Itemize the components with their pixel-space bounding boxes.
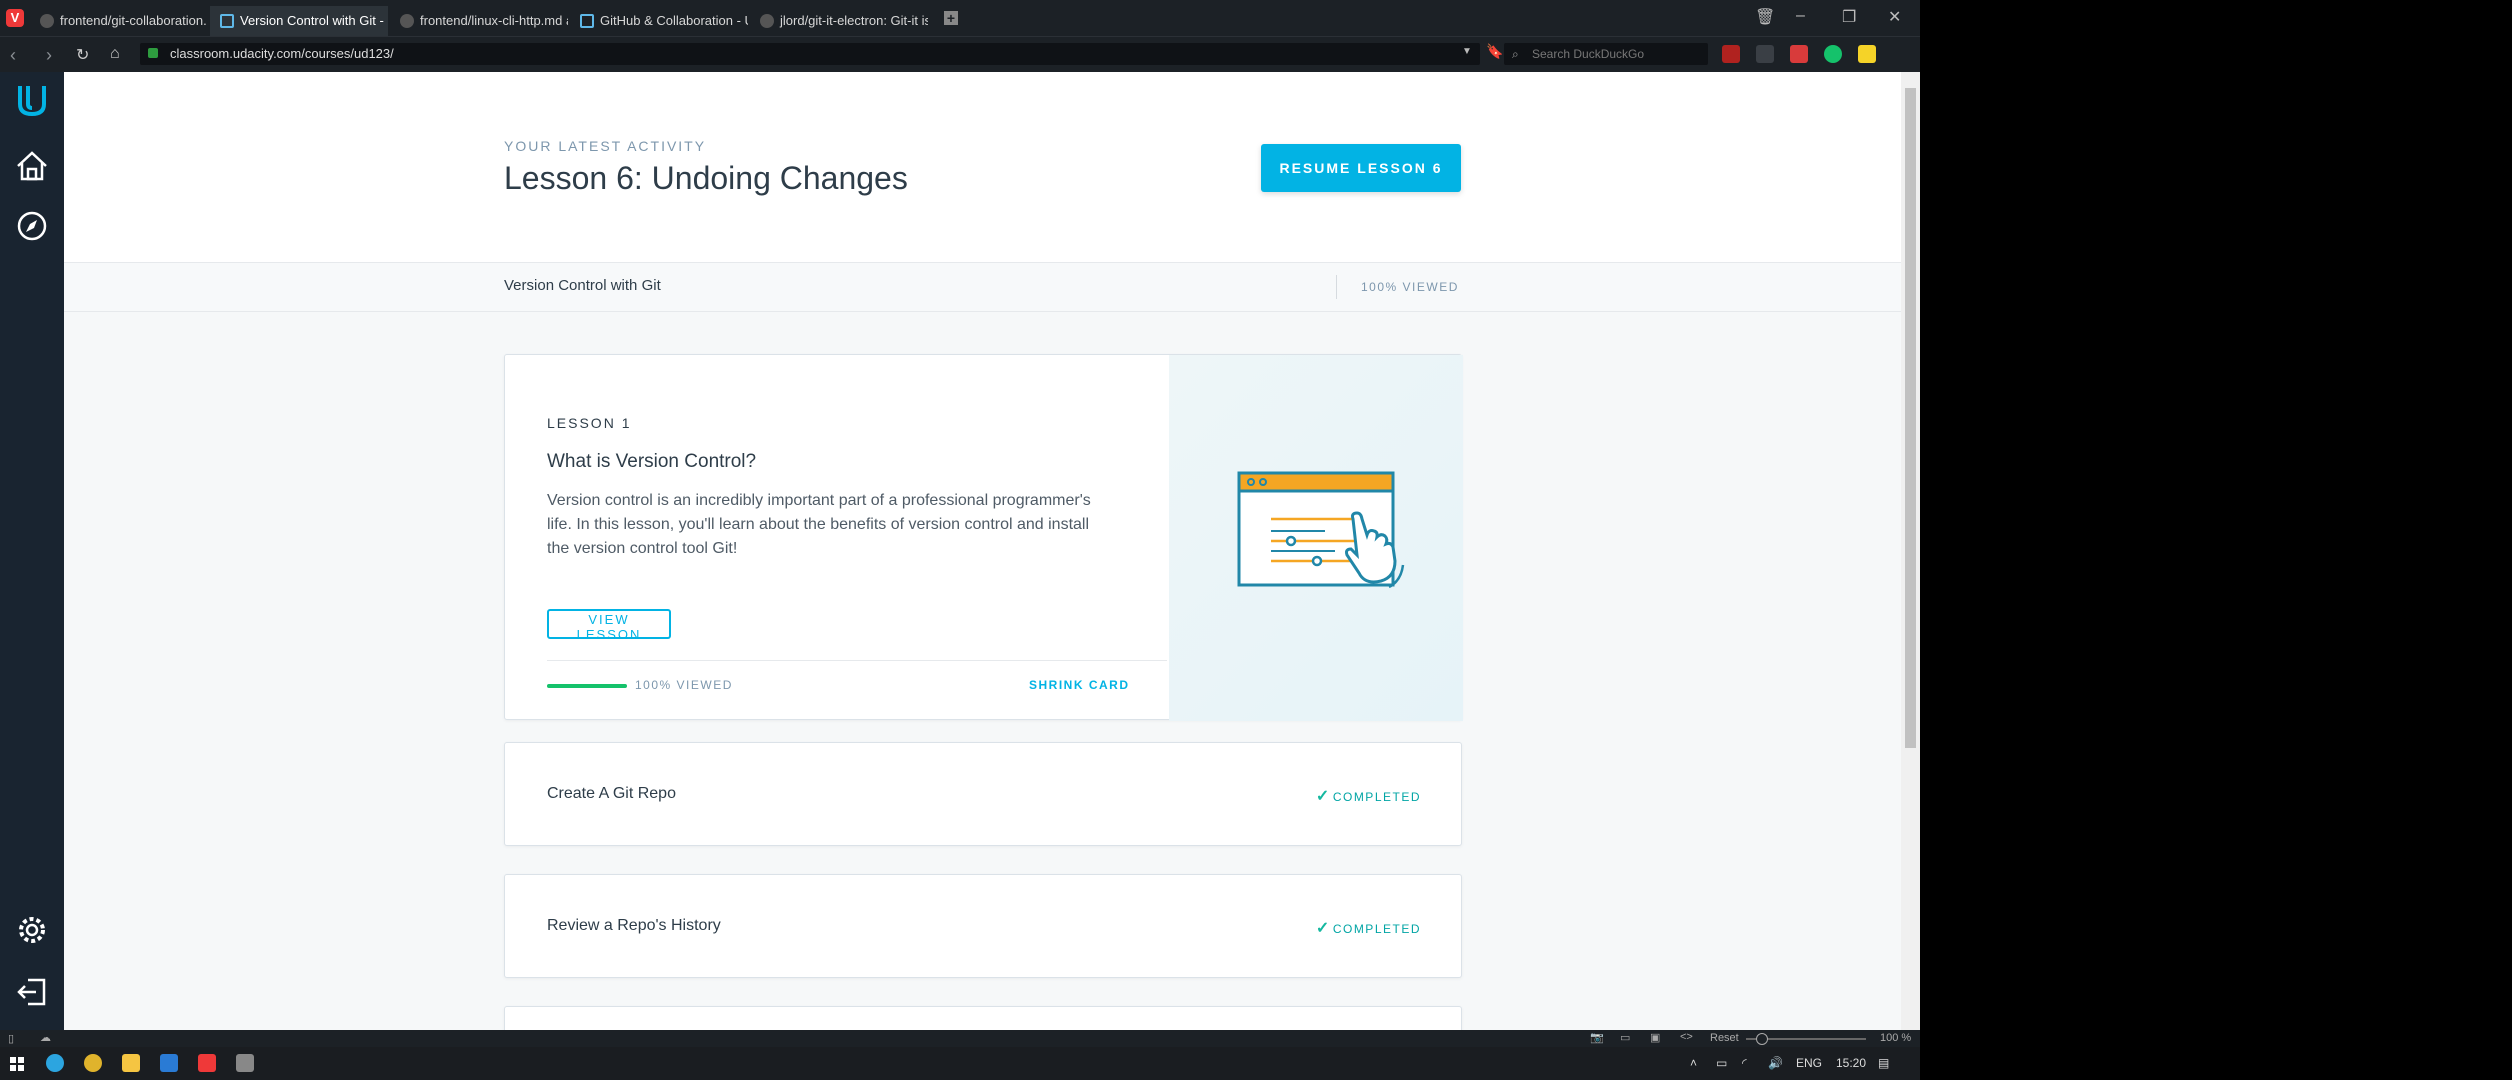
- lesson-card[interactable]: Review a Repo's History ✓ COMPLETED: [504, 874, 1462, 978]
- volume-icon[interactable]: 🔊: [1768, 1056, 1783, 1070]
- reload-icon[interactable]: ↻: [76, 45, 89, 65]
- chrome-icon[interactable]: [84, 1054, 102, 1072]
- tile-icon[interactable]: ▭: [1620, 1031, 1630, 1044]
- file-explorer-icon[interactable]: [122, 1054, 140, 1072]
- app-icon[interactable]: [236, 1054, 254, 1072]
- camera-icon[interactable]: 📷: [1590, 1031, 1604, 1044]
- udacity-icon: [580, 14, 594, 28]
- lesson-card[interactable]: Create A Git Repo ✓ COMPLETED: [504, 742, 1462, 846]
- lastpass-icon[interactable]: [1790, 45, 1808, 63]
- lesson-title: Review a Repo's History: [547, 917, 721, 934]
- ublock-icon[interactable]: [1722, 45, 1740, 63]
- lesson-description: Version control is an incredibly importa…: [547, 492, 1091, 557]
- trash-icon[interactable]: 🗑: [1755, 7, 1775, 27]
- cloud-icon[interactable]: ☁: [40, 1031, 51, 1044]
- lesson-card[interactable]: [504, 1006, 1462, 1030]
- latest-lesson-title: Lesson 6: Undoing Changes: [504, 160, 908, 196]
- back-icon[interactable]: ‹: [10, 45, 16, 66]
- extension-icon[interactable]: [1756, 45, 1774, 63]
- completed-badge: ✓ COMPLETED: [1315, 788, 1421, 805]
- course-viewed-status: 100% VIEWED: [1361, 280, 1459, 294]
- tab-linux-cli[interactable]: frontend/linux-cli-http.md a: [390, 6, 568, 36]
- lesson-illustration-panel: [1169, 355, 1463, 721]
- bookmark-icon[interactable]: 🔖: [1486, 43, 1503, 60]
- tab-version-control[interactable]: Version Control with Git - U: [210, 6, 388, 36]
- checkmark-icon: ✓: [1315, 920, 1331, 937]
- zoom-slider[interactable]: [1746, 1033, 1866, 1045]
- github-icon: [400, 14, 414, 28]
- battery-icon[interactable]: ▭: [1716, 1056, 1727, 1070]
- code-icon[interactable]: <>: [1680, 1031, 1693, 1043]
- lock-icon: [148, 48, 158, 58]
- windows-start-icon[interactable]: [10, 1057, 24, 1071]
- search-icon: ⌕: [1512, 47, 1519, 61]
- home-icon[interactable]: ⌂: [110, 45, 120, 63]
- wifi-icon[interactable]: ◜: [1742, 1056, 1747, 1070]
- zoom-slider-handle[interactable]: [1756, 1033, 1768, 1045]
- scrollbar-thumb[interactable]: [1905, 88, 1916, 748]
- course-progress-bar: Version Control with Git 100% VIEWED: [64, 263, 1901, 312]
- new-tab-button[interactable]: +: [944, 11, 958, 25]
- extension-icon[interactable]: [1858, 45, 1876, 63]
- language-indicator[interactable]: ENG: [1796, 1056, 1822, 1070]
- github-icon: [760, 14, 774, 28]
- clock[interactable]: 15:20: [1836, 1056, 1866, 1070]
- version-control-illustration: [1237, 471, 1405, 589]
- checkmark-icon: ✓: [1315, 788, 1331, 805]
- search-field[interactable]: ⌕ Search DuckDuckGo: [1504, 43, 1708, 65]
- lesson-progress-bar: [547, 684, 627, 688]
- address-bar: ‹ › ↻ ⌂ classroom.udacity.com/courses/ud…: [0, 36, 1920, 72]
- lesson-progress-fill: [547, 684, 627, 688]
- browser-status-bar: ▯ ☁ 📷 ▭ ▣ <> Reset 100 %: [0, 1030, 1920, 1047]
- tab-bar: V frontend/git-collaboration. Version Co…: [0, 0, 1920, 36]
- divider: [547, 660, 1167, 661]
- windows-taskbar: ˄ ▭ ◜ 🔊 ENG 15:20 ▤: [0, 1047, 1920, 1080]
- vivaldi-menu-icon[interactable]: V: [6, 9, 24, 27]
- logout-icon[interactable]: [14, 974, 50, 1010]
- zoom-reset[interactable]: Reset: [1710, 1032, 1739, 1044]
- vivaldi-icon[interactable]: [198, 1054, 216, 1072]
- udacity-icon: [220, 14, 234, 28]
- url-field[interactable]: classroom.udacity.com/courses/ud123/: [140, 43, 1480, 65]
- tab-git-it-electron[interactable]: jlord/git-it-electron: Git-it is: [750, 6, 928, 36]
- course-page: YOUR LATEST ACTIVITY Lesson 6: Undoing C…: [64, 72, 1901, 1030]
- lesson-card-expanded: LESSON 1 What is Version Control? Versio…: [504, 354, 1463, 721]
- view-lesson-button[interactable]: VIEW LESSON: [547, 609, 671, 642]
- latest-activity-header: YOUR LATEST ACTIVITY Lesson 6: Undoing C…: [64, 72, 1901, 263]
- udacity-sidebar: [0, 72, 64, 1030]
- shrink-card-link[interactable]: SHRINK CARD: [1029, 678, 1130, 692]
- forward-icon[interactable]: ›: [46, 45, 52, 66]
- tab-git-collaboration[interactable]: frontend/git-collaboration.: [30, 6, 208, 36]
- screen: V frontend/git-collaboration. Version Co…: [0, 0, 1920, 1080]
- telegram-icon[interactable]: [46, 1054, 64, 1072]
- restore-button[interactable]: ❐: [1842, 7, 1856, 27]
- grammarly-icon[interactable]: [1824, 45, 1842, 63]
- settings-gear-icon[interactable]: [14, 912, 50, 948]
- tray-overflow-icon[interactable]: ˄: [1690, 1056, 1697, 1070]
- completed-badge: ✓ COMPLETED: [1315, 920, 1421, 937]
- udacity-logo-icon[interactable]: [14, 82, 50, 118]
- page-scrollbar[interactable]: [1901, 72, 1920, 1030]
- compass-icon[interactable]: [14, 208, 50, 244]
- github-icon: [40, 14, 54, 28]
- tab-github-collaboration[interactable]: GitHub & Collaboration - U: [570, 6, 748, 36]
- resume-lesson-button[interactable]: RESUME LESSON 6: [1261, 144, 1461, 192]
- notifications-icon[interactable]: ▤: [1878, 1056, 1889, 1070]
- image-icon[interactable]: ▣: [1650, 1031, 1660, 1044]
- close-window-button[interactable]: ✕: [1888, 7, 1901, 27]
- panel-toggle-icon[interactable]: ▯: [8, 1032, 14, 1045]
- lesson-progress-text: 100% VIEWED: [635, 678, 733, 692]
- zoom-level: 100 %: [1880, 1032, 1912, 1044]
- lesson-title: Create A Git Repo: [547, 785, 676, 802]
- latest-activity-label: YOUR LATEST ACTIVITY: [504, 138, 707, 154]
- lesson-title: What is Version Control?: [547, 451, 757, 472]
- minimize-button[interactable]: –: [1796, 7, 1805, 25]
- lesson-number: LESSON 1: [547, 415, 632, 431]
- divider: [1336, 275, 1337, 299]
- url-dropdown-icon[interactable]: ▼: [1462, 46, 1472, 57]
- vscode-icon[interactable]: [160, 1054, 178, 1072]
- course-name: Version Control with Git: [504, 277, 661, 294]
- home-icon[interactable]: [14, 148, 50, 184]
